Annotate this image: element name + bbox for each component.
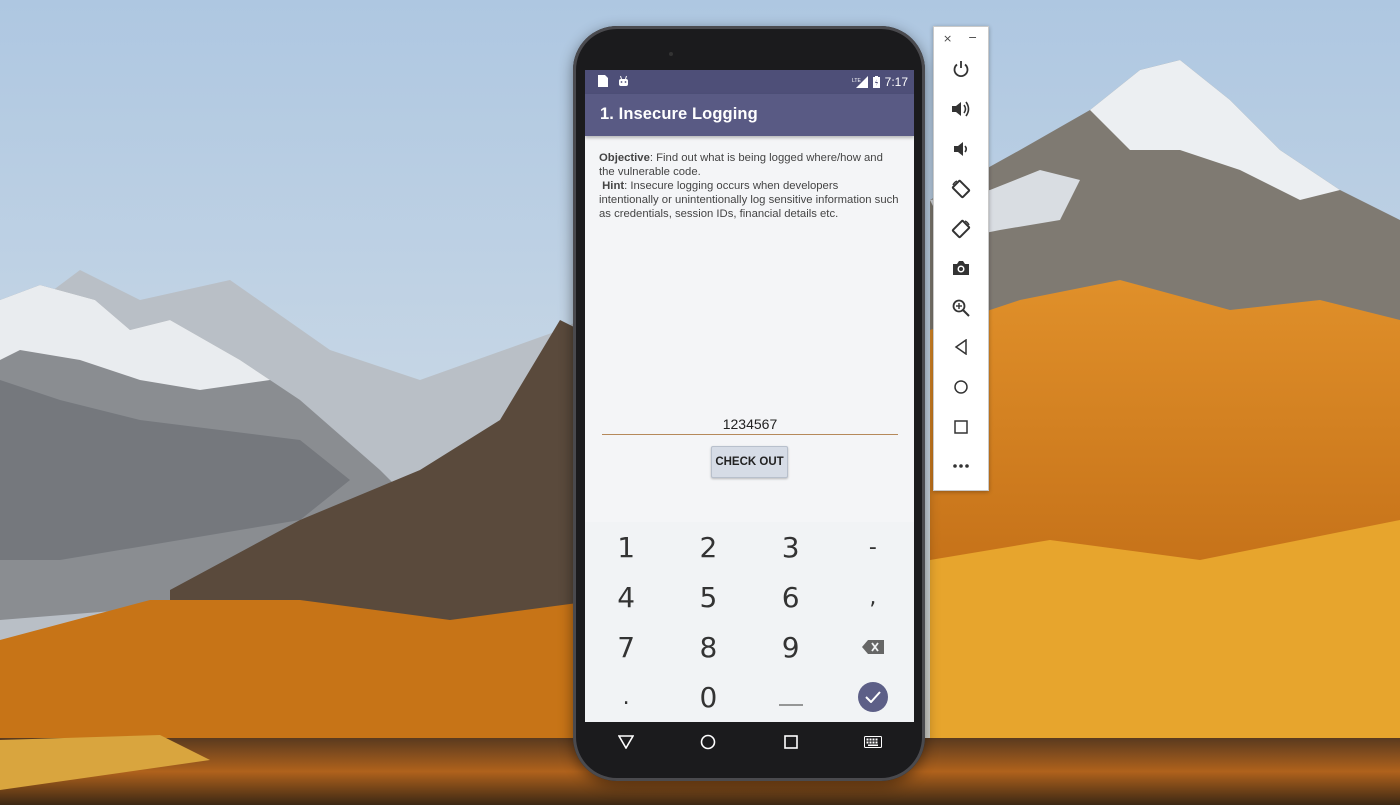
front-camera: [669, 52, 673, 56]
key-0[interactable]: 0: [667, 672, 749, 722]
power-button[interactable]: [949, 57, 973, 81]
key-3[interactable]: 3: [750, 522, 832, 572]
more-options-button[interactable]: [949, 454, 973, 478]
key-5[interactable]: 5: [667, 572, 749, 622]
nav-back-button[interactable]: [606, 727, 646, 757]
keyboard-icon: [863, 736, 882, 748]
rotate-right-button[interactable]: [949, 217, 973, 241]
emulator-back-button[interactable]: [949, 335, 973, 359]
hint-label: Hint: [602, 180, 625, 192]
home-circle-icon: [701, 734, 716, 750]
checkout-button[interactable]: CHECK OUT: [711, 446, 788, 478]
key-comma[interactable]: ,: [832, 572, 914, 622]
zoom-button[interactable]: [949, 296, 973, 320]
key-6[interactable]: 6: [750, 572, 832, 622]
key-8[interactable]: 8: [667, 622, 749, 672]
hint-text: : Insecure logging occurs when developer…: [599, 180, 899, 220]
page-title: 1. Insecure Logging: [600, 105, 758, 123]
nav-keyboard-button[interactable]: [853, 727, 893, 757]
key-7[interactable]: 7: [585, 622, 667, 672]
signal-icon: LTE: [852, 76, 868, 88]
objective-label: Objective: [599, 152, 650, 164]
power-icon: [953, 61, 969, 78]
volume-up-button[interactable]: [949, 97, 973, 121]
challenge-description: Objective: Find out what is being logged…: [599, 151, 901, 221]
status-time: 7:17: [884, 75, 908, 89]
nav-home-button[interactable]: [688, 727, 728, 757]
numeric-keyboard: 1 2 3 - 4 5 6 , 7 8 9 . 0: [585, 522, 914, 722]
phone-device-frame: LTE 7:17 1. Insecure Logging Objective: …: [573, 26, 925, 781]
key-4[interactable]: 4: [585, 572, 667, 622]
emulator-home-button[interactable]: [949, 375, 973, 399]
back-icon: [954, 339, 967, 355]
backspace-icon: [861, 640, 884, 654]
rotate-left-icon: [951, 179, 971, 199]
emulator-minimize-button[interactable]: −: [968, 31, 977, 44]
rotate-right-icon: [951, 219, 971, 239]
sd-card-icon: [597, 75, 608, 87]
backspace-key[interactable]: [832, 622, 914, 672]
battery-charging-icon: [872, 76, 880, 88]
phone-screen: LTE 7:17 1. Insecure Logging Objective: …: [585, 70, 914, 722]
recents-square-icon: [783, 735, 798, 749]
volume-down-button[interactable]: [949, 137, 973, 161]
volume-up-icon: [952, 101, 970, 117]
volume-down-icon: [954, 142, 968, 156]
activity-content: Objective: Find out what is being logged…: [585, 136, 914, 522]
emulator-close-button[interactable]: ×: [943, 32, 952, 45]
camera-icon: [953, 261, 969, 275]
zoom-in-icon: [952, 299, 970, 317]
overview-icon: [954, 420, 968, 434]
nav-recents-button[interactable]: [771, 727, 811, 757]
key-9[interactable]: 9: [750, 622, 832, 672]
emulator-overview-button[interactable]: [949, 415, 973, 439]
key-period[interactable]: .: [585, 672, 667, 722]
checkmark-icon: [857, 682, 888, 712]
key-minus[interactable]: -: [832, 522, 914, 572]
lte-label: LTE: [852, 78, 861, 84]
done-key[interactable]: [832, 672, 914, 722]
key-1[interactable]: 1: [585, 522, 667, 572]
rotate-left-button[interactable]: [949, 177, 973, 201]
back-triangle-icon: [618, 735, 635, 749]
screenshot-button[interactable]: [949, 256, 973, 280]
app-bar: 1. Insecure Logging: [585, 94, 914, 136]
navigation-bar: [585, 722, 914, 762]
emulator-toolbar: × −: [933, 26, 989, 491]
home-icon: [954, 380, 968, 394]
android-icon: [618, 75, 629, 87]
status-bar: LTE 7:17: [585, 70, 914, 94]
space-bar-icon: [778, 704, 803, 706]
more-dots-icon: [953, 464, 969, 468]
credit-card-input[interactable]: [602, 414, 898, 435]
space-key[interactable]: [750, 672, 832, 722]
key-2[interactable]: 2: [667, 522, 749, 572]
